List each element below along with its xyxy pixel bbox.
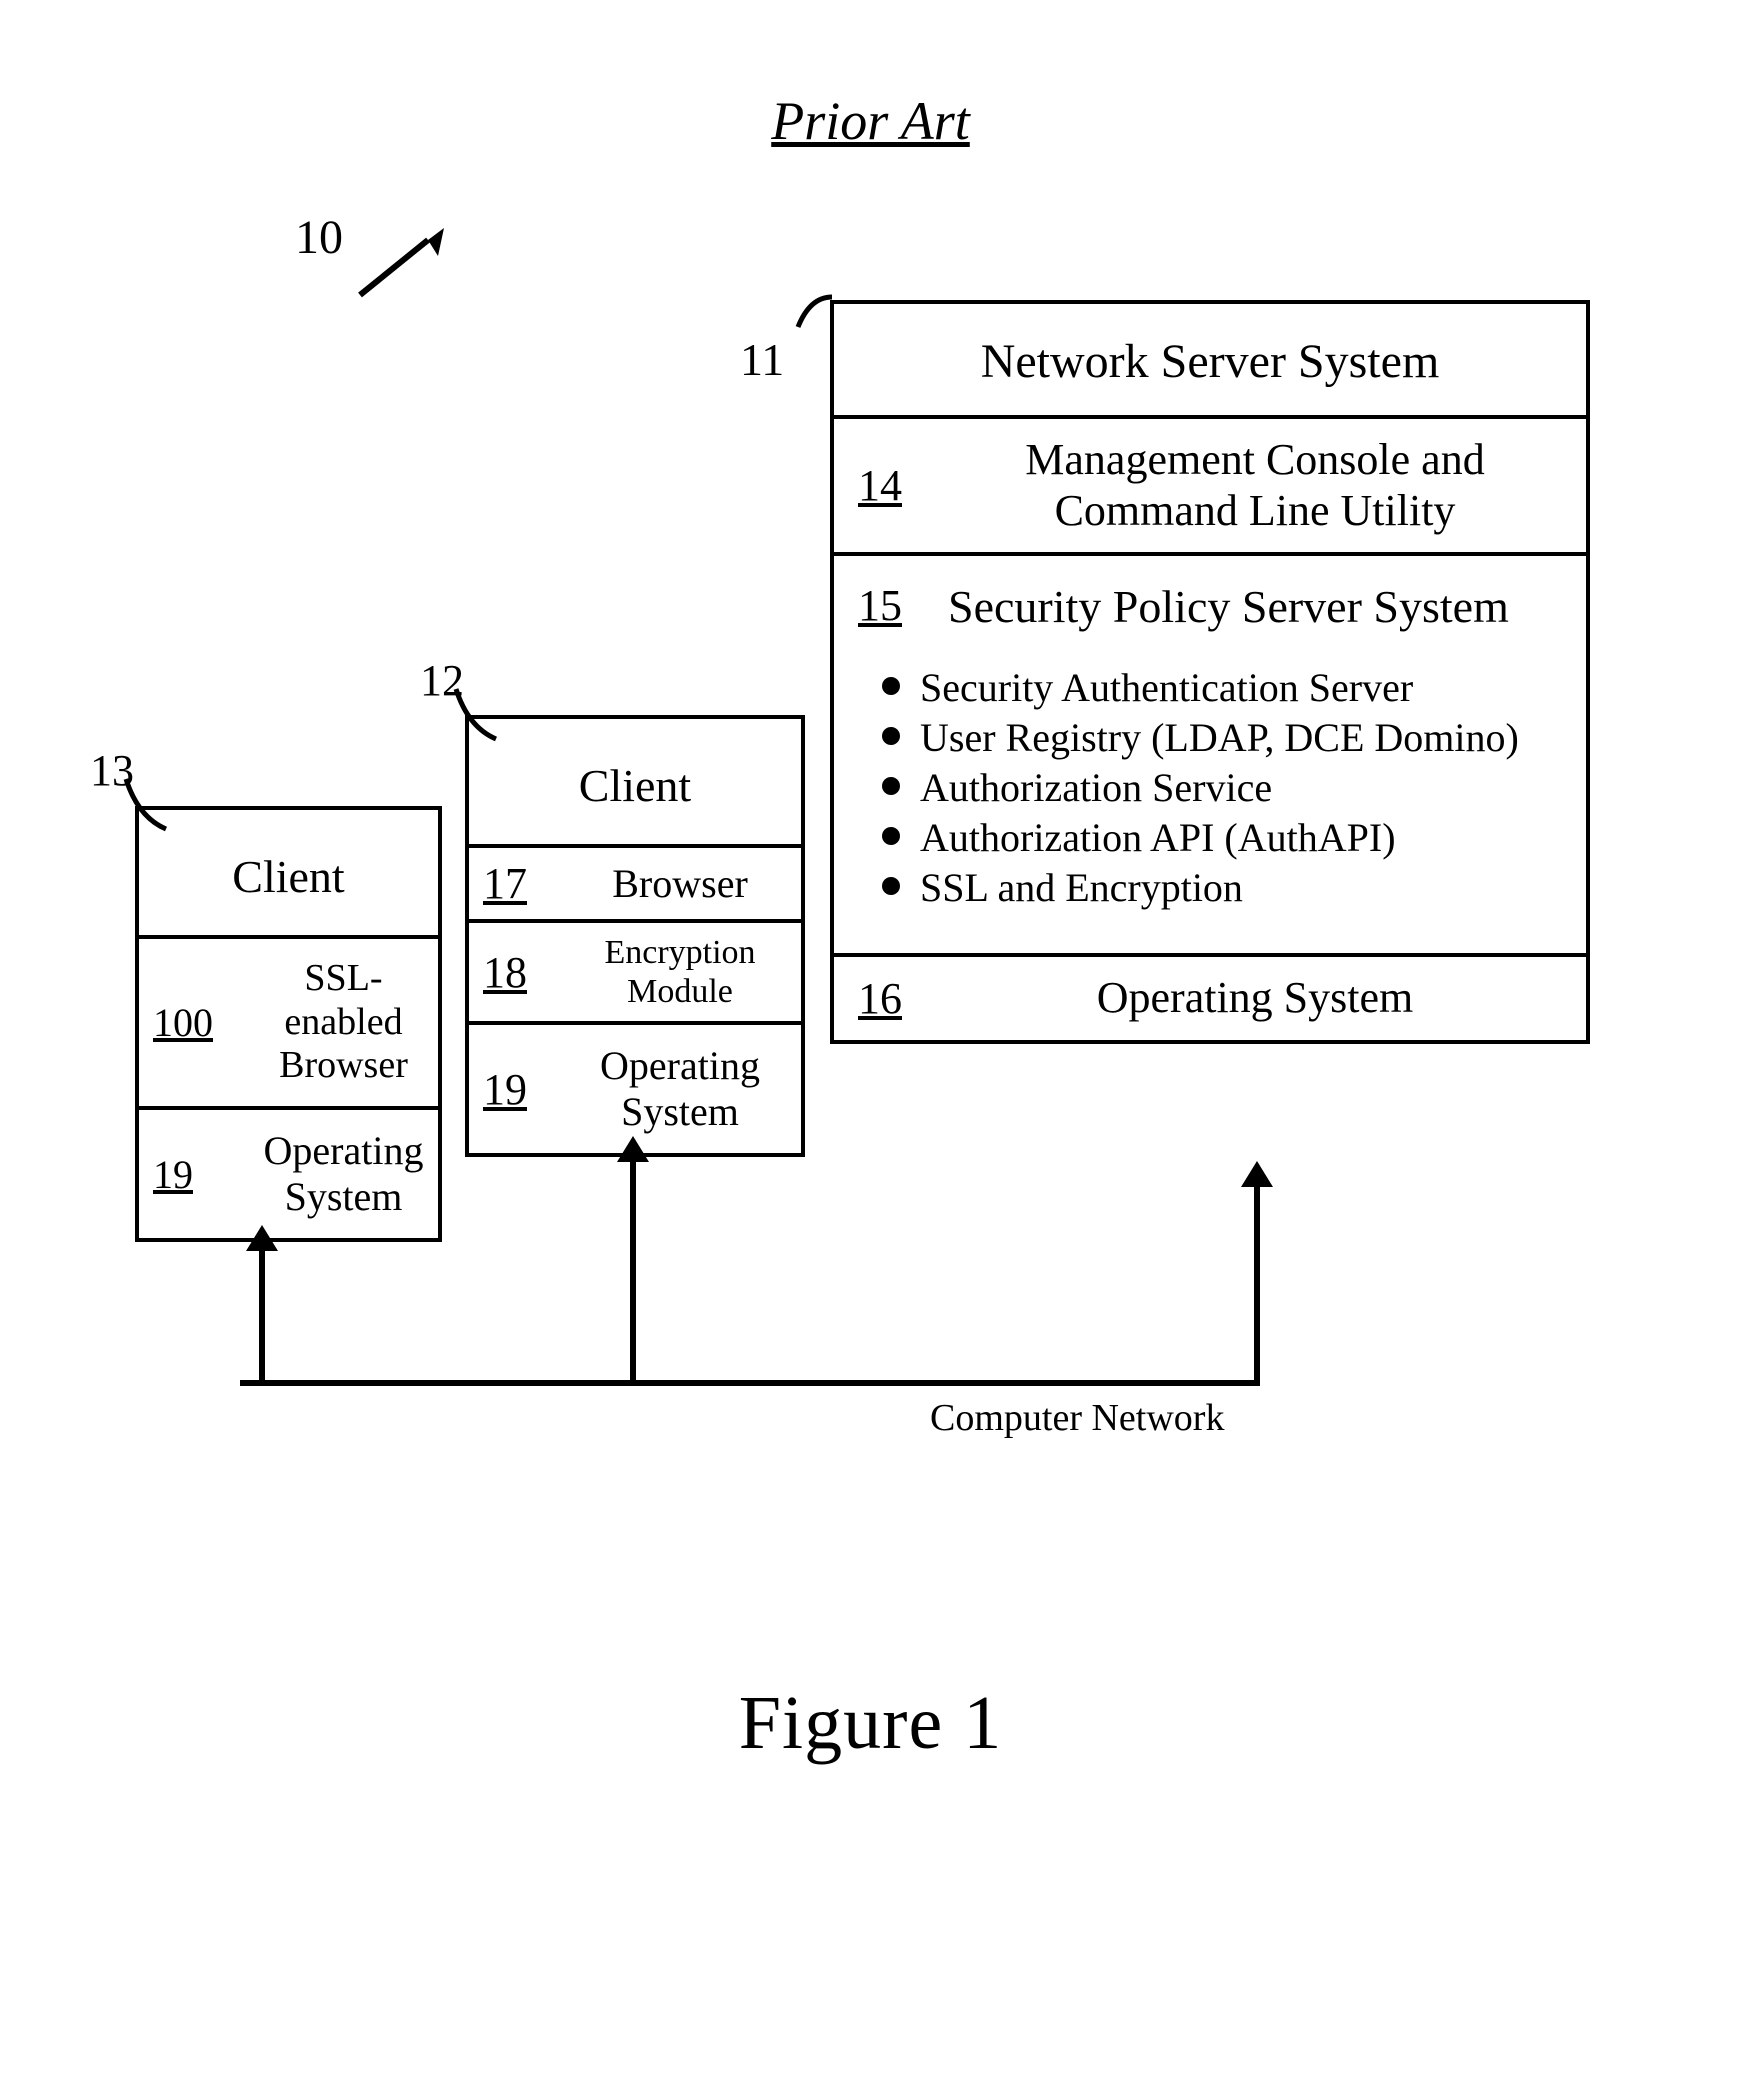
ref-18: 18 xyxy=(483,947,543,998)
label-enc-module: Encryption Module xyxy=(573,933,787,1011)
ref-17: 17 xyxy=(483,858,543,909)
bullet-item: Security Authentication Server xyxy=(878,663,1562,713)
server-row-os: 16 Operating System xyxy=(834,957,1586,1040)
client12-row-browser: 17 Browser xyxy=(469,848,801,923)
ref-16: 16 xyxy=(858,973,918,1024)
callout-11: 11 xyxy=(740,293,840,368)
label-client12-os: Operating System xyxy=(573,1043,787,1135)
ref-14: 14 xyxy=(858,460,918,511)
server-block: Network Server System 14 Management Cons… xyxy=(830,300,1590,1044)
ref-server-callout: 11 xyxy=(740,333,784,386)
connector-server xyxy=(1254,1185,1260,1383)
server-security-block: 15 Security Policy Server System Securit… xyxy=(834,556,1586,957)
security-bullets: Security Authentication Server User Regi… xyxy=(878,663,1562,913)
server-title: Network Server System xyxy=(834,304,1586,419)
label-mgmt: Management Console and Command Line Util… xyxy=(948,435,1562,536)
arrow-icon xyxy=(350,210,470,320)
ref-19b: 19 xyxy=(153,1151,233,1198)
label-ssl-browser: SSL-enabled Browser xyxy=(263,957,424,1088)
security-title: Security Policy Server System xyxy=(948,580,1562,633)
client12-title: Client xyxy=(469,719,801,848)
bullet-item: SSL and Encryption xyxy=(878,863,1562,913)
bus-label: Computer Network xyxy=(930,1396,1224,1440)
ref-15: 15 xyxy=(858,580,918,631)
arrowhead-up-icon xyxy=(1241,1161,1273,1187)
ref-main-number: 10 xyxy=(295,210,343,265)
client12-row-os: 19 Operating System xyxy=(469,1025,801,1153)
client13-row-ssl: 100 SSL-enabled Browser xyxy=(139,939,438,1110)
diagram-page: Prior Art 10 11 Network Server System 14… xyxy=(0,0,1741,2075)
ref-19: 19 xyxy=(483,1064,543,1115)
client12-row-enc: 18 Encryption Module xyxy=(469,923,801,1025)
title-prior-art: Prior Art xyxy=(771,90,970,152)
ref-100: 100 xyxy=(153,999,233,1046)
client13-block: Client 100 SSL-enabled Browser 19 Operat… xyxy=(135,806,442,1242)
arrowhead-up-icon xyxy=(617,1136,649,1162)
bullet-item: Authorization API (AuthAPI) xyxy=(878,813,1562,863)
label-server-os: Operating System xyxy=(948,973,1562,1024)
label-client13-os: Operating System xyxy=(263,1128,424,1220)
figure-label: Figure 1 xyxy=(739,1680,1002,1767)
label-browser: Browser xyxy=(573,861,787,907)
connector-client12 xyxy=(630,1160,636,1383)
server-row-mgmt: 14 Management Console and Command Line U… xyxy=(834,419,1586,556)
bullet-item: User Registry (LDAP, DCE Domino) xyxy=(878,713,1562,763)
arrowhead-up-icon xyxy=(246,1225,278,1251)
client13-title: Client xyxy=(139,810,438,939)
network-bus-line xyxy=(240,1380,1260,1386)
client12-block: Client 17 Browser 18 Encryption Module 1… xyxy=(465,715,805,1157)
client13-row-os: 19 Operating System xyxy=(139,1110,438,1238)
connector-client13 xyxy=(259,1249,265,1383)
bullet-item: Authorization Service xyxy=(878,763,1562,813)
